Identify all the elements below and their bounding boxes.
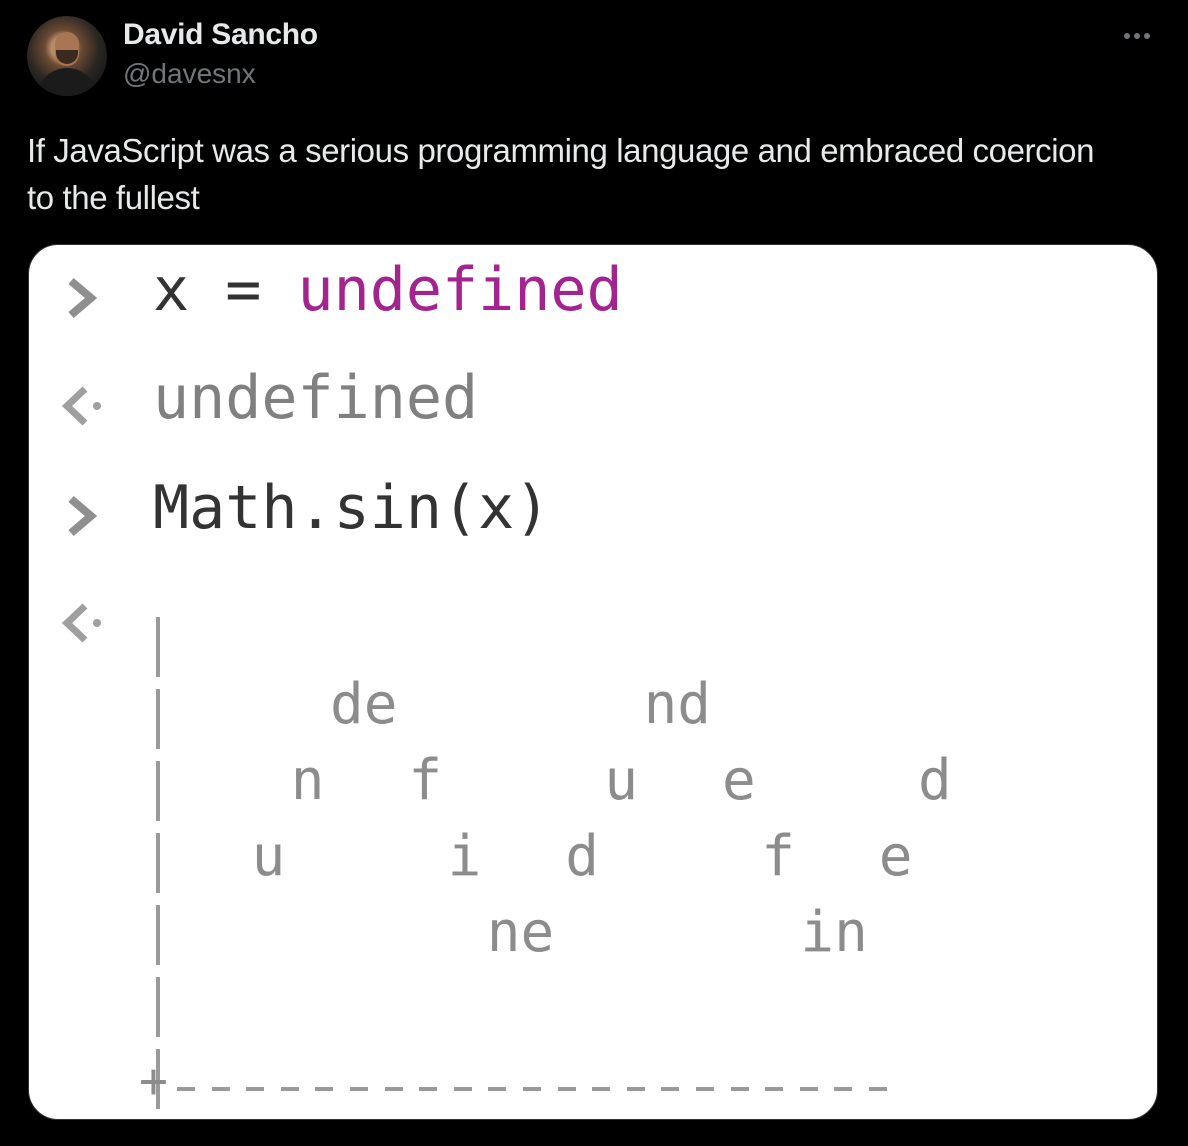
x-axis-segment — [280, 1087, 299, 1091]
plot-glyph: d — [565, 824, 599, 889]
y-axis-segment — [156, 617, 160, 677]
author-handle[interactable]: @davesnx — [123, 58, 256, 90]
x-axis-segment — [626, 1087, 645, 1091]
x-axis-segment — [592, 1087, 611, 1091]
code-keyword: undefined — [297, 255, 623, 325]
console-screenshot[interactable]: x = undefined undefined Math.sin(x) de nd… — [28, 244, 1158, 1120]
x-axis-segment — [834, 1087, 853, 1091]
plot-glyph: u — [251, 824, 286, 889]
plot-glyph: de — [330, 672, 398, 737]
y-axis-segment — [156, 761, 160, 821]
plot-glyph: f — [408, 748, 443, 813]
plot-glyph: e — [878, 824, 913, 889]
avatar[interactable] — [27, 16, 107, 96]
ellipsis-icon[interactable] — [1124, 28, 1158, 44]
chevron-right-icon — [68, 495, 98, 537]
console-input-1: x = undefined — [153, 255, 623, 325]
tweet-text: If JavaScript was a serious programming … — [27, 132, 1095, 216]
x-axis-segment — [211, 1087, 230, 1091]
y-axis-segment — [156, 905, 160, 965]
x-axis-segment — [523, 1087, 541, 1091]
x-axis-segment — [765, 1087, 784, 1091]
plot-glyph: nd — [643, 672, 712, 737]
x-axis-segment — [453, 1087, 472, 1091]
x-axis-segment — [315, 1087, 334, 1091]
x-axis-segment — [384, 1087, 403, 1091]
x-axis-segment — [419, 1087, 438, 1091]
plot-glyph: e — [722, 748, 756, 813]
plot-glyph: ne — [486, 900, 555, 965]
plot-glyph: u — [604, 748, 639, 813]
x-axis-segment — [799, 1087, 818, 1091]
x-axis-segment — [246, 1087, 265, 1091]
x-axis-segment — [661, 1087, 680, 1091]
plot-glyph: d — [918, 748, 952, 813]
x-axis-segment — [869, 1087, 887, 1091]
plot-glyph: i — [447, 824, 482, 889]
plot-glyph: in — [800, 900, 868, 965]
author-name[interactable]: David Sancho — [123, 18, 318, 52]
code-plain: x = — [153, 255, 298, 325]
x-axis-segment — [696, 1087, 714, 1091]
return-arrow-icon — [61, 603, 101, 643]
return-arrow-icon — [61, 386, 101, 426]
x-axis-segment — [177, 1087, 195, 1091]
axis-origin: + — [139, 1053, 168, 1109]
x-axis-segment — [730, 1087, 749, 1091]
x-axis-segment — [350, 1087, 368, 1091]
plot-glyph: f — [761, 824, 795, 889]
y-axis-segment — [156, 833, 160, 893]
x-axis-segment — [488, 1087, 507, 1091]
y-axis-segment — [156, 977, 160, 1037]
console-input-2: Math.sin(x) — [153, 473, 551, 543]
chevron-right-icon — [68, 277, 98, 319]
x-axis-segment — [557, 1087, 576, 1091]
console-output-1: undefined — [153, 363, 479, 433]
y-axis-segment — [156, 689, 160, 749]
plot-glyph: n — [290, 748, 325, 813]
avatar-shirt — [37, 68, 97, 96]
